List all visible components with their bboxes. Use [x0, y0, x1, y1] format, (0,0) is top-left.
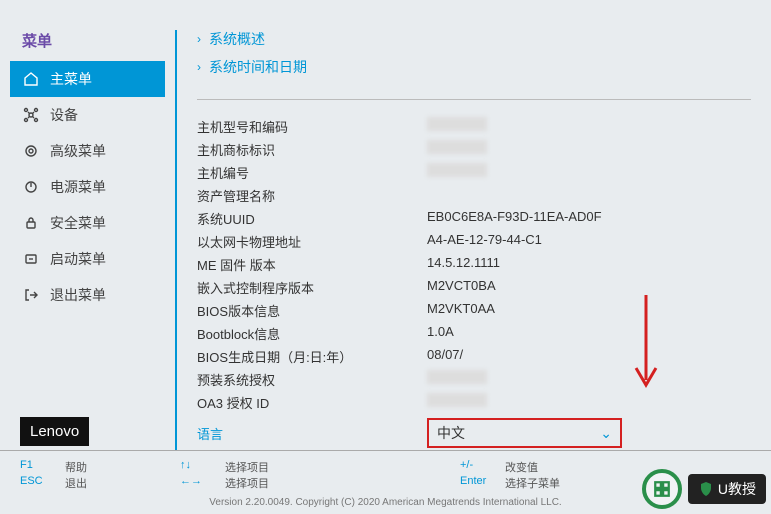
- device-icon: [22, 106, 40, 124]
- language-value: 中文: [437, 423, 465, 443]
- info-value: [427, 393, 487, 407]
- info-label: 系统UUID: [197, 209, 427, 228]
- info-row: 主机型号和编码: [197, 115, 751, 138]
- info-row: ME 固件 版本14.5.12.1111: [197, 253, 751, 276]
- footer-label: 改变值: [505, 459, 538, 475]
- info-label: 主机编号: [197, 163, 427, 182]
- info-row: BIOS生成日期（月:日:年）08/07/: [197, 345, 751, 368]
- info-label: OA3 授权 ID: [197, 393, 427, 412]
- info-row: 主机商标标识: [197, 138, 751, 161]
- info-label: BIOS生成日期（月:日:年）: [197, 347, 427, 366]
- nav-system-overview[interactable]: › 系统概述: [197, 25, 751, 53]
- chevron-down-icon: ⌄: [600, 425, 612, 442]
- footer-key: ↑↓: [180, 459, 225, 475]
- vertical-divider: [175, 30, 177, 450]
- footer-label: 退出: [65, 475, 87, 491]
- info-row: BIOS版本信息M2VKT0AA: [197, 299, 751, 322]
- info-value: 08/07/: [427, 347, 463, 366]
- language-label: 语言: [197, 424, 427, 443]
- info-row: 系统UUIDEB0C6E8A-F93D-11EA-AD0F: [197, 207, 751, 230]
- footer-label: 选择项目: [225, 459, 269, 475]
- exit-icon: [22, 286, 40, 304]
- watermark-brand: U教授: [718, 479, 756, 499]
- chevron-right-icon: ›: [197, 32, 201, 46]
- sidebar-label: 设备: [50, 105, 78, 125]
- lock-icon: [22, 214, 40, 232]
- info-label: 以太网卡物理地址: [197, 232, 427, 251]
- info-row: 以太网卡物理地址A4-AE-12-79-44-C1: [197, 230, 751, 253]
- sidebar-item-power[interactable]: 电源菜单: [10, 169, 165, 205]
- sidebar-item-security[interactable]: 安全菜单: [10, 205, 165, 241]
- nav-label: 系统概述: [209, 29, 265, 49]
- info-row: 嵌入式控制程序版本M2VCT0BA: [197, 276, 751, 299]
- nav-label: 系统时间和日期: [209, 57, 307, 77]
- info-label: ME 固件 版本: [197, 255, 427, 274]
- sidebar-label: 安全菜单: [50, 213, 106, 233]
- footer-key: Enter: [460, 475, 505, 491]
- info-value: 14.5.12.1111: [427, 255, 500, 274]
- info-row: OA3 授权 ID: [197, 391, 751, 414]
- info-label: 主机型号和编码: [197, 117, 427, 136]
- info-row: 预装系统授权: [197, 368, 751, 391]
- footer-key: ←→: [180, 475, 225, 491]
- info-value: [427, 370, 487, 384]
- info-label: 预装系统授权: [197, 370, 427, 389]
- sidebar-label: 主菜单: [50, 69, 92, 89]
- footer-label: 帮助: [65, 459, 87, 475]
- language-row: 语言 中文 ⌄: [197, 418, 751, 448]
- info-row: Bootblock信息1.0A: [197, 322, 751, 345]
- sidebar-item-main[interactable]: 主菜单: [10, 61, 165, 97]
- footer-key: +/-: [460, 459, 505, 475]
- nav-system-datetime[interactable]: › 系统时间和日期: [197, 53, 751, 81]
- sidebar-label: 退出菜单: [50, 285, 106, 305]
- info-value: [427, 163, 487, 177]
- footer-key: F1: [20, 459, 65, 475]
- content-panel: › 系统概述 › 系统时间和日期 主机型号和编码 主机商标标识 主机编号 资产管…: [192, 20, 761, 460]
- info-value: M2VKT0AA: [427, 301, 495, 320]
- info-label: 资产管理名称: [197, 186, 427, 205]
- info-row: 资产管理名称: [197, 184, 751, 207]
- boot-icon: [22, 250, 40, 268]
- info-value: A4-AE-12-79-44-C1: [427, 232, 542, 251]
- watermark-label: U教授: [688, 474, 766, 504]
- sidebar-label: 启动菜单: [50, 249, 106, 269]
- sidebar: 菜单 主菜单 设备 高级菜单 电源菜单: [10, 20, 165, 460]
- sidebar-item-device[interactable]: 设备: [10, 97, 165, 133]
- info-value: 1.0A: [427, 324, 454, 343]
- shield-icon: [698, 481, 714, 497]
- info-row: 主机编号: [197, 161, 751, 184]
- info-value: [427, 140, 487, 154]
- info-value: M2VCT0BA: [427, 278, 496, 297]
- watermark: U教授: [642, 469, 766, 509]
- info-table: 主机型号和编码 主机商标标识 主机编号 资产管理名称 系统UUIDEB0C6E8…: [197, 115, 751, 414]
- footer-label: 选择子菜单: [505, 475, 560, 491]
- info-label: BIOS版本信息: [197, 301, 427, 320]
- info-value: EB0C6E8A-F93D-11EA-AD0F: [427, 209, 602, 228]
- footer-key: ESC: [20, 475, 65, 491]
- sidebar-item-boot[interactable]: 启动菜单: [10, 241, 165, 277]
- info-label: 主机商标标识: [197, 140, 427, 159]
- info-label: 嵌入式控制程序版本: [197, 278, 427, 297]
- lenovo-logo: Lenovo: [20, 417, 89, 446]
- power-icon: [22, 178, 40, 196]
- info-value: [427, 117, 487, 131]
- section-divider: [197, 99, 751, 100]
- chevron-right-icon: ›: [197, 60, 201, 74]
- info-label: Bootblock信息: [197, 324, 427, 343]
- watermark-circle-icon: [642, 469, 682, 509]
- gear-icon: [22, 142, 40, 160]
- language-select[interactable]: 中文 ⌄: [427, 418, 622, 448]
- sidebar-item-advanced[interactable]: 高级菜单: [10, 133, 165, 169]
- sidebar-title: 菜单: [10, 20, 165, 61]
- sidebar-label: 电源菜单: [50, 177, 106, 197]
- home-icon: [22, 70, 40, 88]
- sidebar-item-exit[interactable]: 退出菜单: [10, 277, 165, 313]
- footer-label: 选择项目: [225, 475, 269, 491]
- sidebar-label: 高级菜单: [50, 141, 106, 161]
